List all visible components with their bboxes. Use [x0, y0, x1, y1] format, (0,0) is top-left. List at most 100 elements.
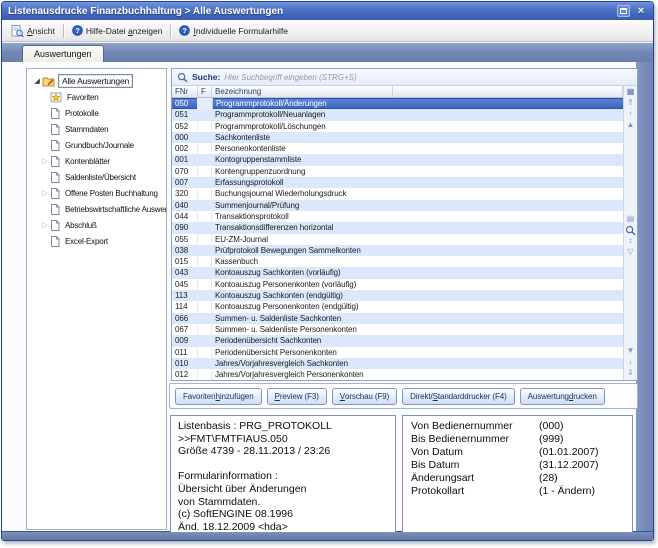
cell-f	[198, 313, 212, 324]
vorschau-f9-button[interactable]: Vorschau (F9)	[332, 388, 397, 405]
cell-f	[198, 358, 212, 369]
cell-empty	[393, 98, 623, 109]
tree-expand-icon[interactable]: ▷	[40, 157, 50, 165]
page-up-icon[interactable]: ▲	[624, 120, 637, 130]
table-row[interactable]: 113Kontoauszug Sachkonten (endgültig)	[172, 290, 623, 301]
table-row[interactable]: 000Sachkontenliste	[172, 132, 623, 143]
table-row[interactable]: 090Transaktionsdifferenzen horizontal	[172, 222, 623, 233]
cell-f	[198, 222, 212, 233]
print-report-button[interactable]: Auswertung drucken	[520, 388, 605, 405]
tree-item-label: Protokolle	[63, 109, 101, 118]
cell-bezeichnung: EU-ZM-Journal	[212, 234, 393, 245]
tree-expand-icon[interactable]: ▷	[40, 221, 50, 229]
cell-bezeichnung: Programmprotokoll/Löschungen	[212, 121, 393, 132]
table-row[interactable]: 009Periodenübersicht Sachkonten	[172, 335, 623, 346]
table-row[interactable]: 070Kontengruppenzuordnung	[172, 166, 623, 177]
table-row[interactable]: 040 Summenjournal/Prüfung	[172, 200, 623, 211]
table-row[interactable]: 012Jahres/Vorjahresvergleich Personenkon…	[172, 369, 623, 380]
cell-bezeichnung: Programmprotokoll/Änderungen	[212, 98, 393, 109]
folder-edit-icon	[42, 76, 55, 87]
add-favorites-button[interactable]: Favoriten hinzufügen	[175, 388, 262, 405]
table-row[interactable]: 015Kassenbuch	[172, 256, 623, 267]
cell-f	[198, 177, 212, 188]
tree-item-saldenliste-übersicht[interactable]: Saldenliste/Übersicht	[27, 169, 166, 185]
table-row[interactable]: 001Kontogruppenstammliste	[172, 154, 623, 165]
tree-item-betriebswirtschaftliche-auswertungen[interactable]: Betriebswirtschaftliche Auswertungen	[27, 201, 166, 217]
direct-standard-printer-f4-button[interactable]: Direkt/Standarddrucker (F4)	[402, 388, 514, 405]
cell-fnr: 055	[172, 234, 198, 245]
search-small-icon[interactable]	[624, 225, 637, 235]
scroll-up-icon[interactable]: ↑	[624, 109, 637, 119]
column-header-bezeichnung[interactable]: Bezeichnung	[212, 86, 393, 97]
tree-expand-icon[interactable]: ▷	[40, 189, 50, 197]
table-row[interactable]: 055 EU-ZM-Journal	[172, 234, 623, 245]
title-bar[interactable]: Listenausdrucke Finanzbuchhaltung > Alle…	[2, 2, 653, 20]
cell-bezeichnung: Transaktionsprotokoll	[212, 211, 393, 222]
parameter-row-protokollart: Protokollart(1 - Ändern)	[411, 485, 626, 498]
column-options-icon[interactable]: ▦	[624, 87, 637, 97]
form-info-line: >>FMT\FMTFIAUS.050	[178, 433, 391, 446]
individual-form-help-button-label: Individuelle Formularhilfe	[193, 26, 288, 36]
close-button[interactable]: ×	[635, 5, 647, 17]
table-row[interactable]: 045Kontoauszug Personenkonten (vorläufig…	[172, 279, 623, 290]
table-row[interactable]: 044Transaktionsprotokoll	[172, 211, 623, 222]
table-row[interactable]: 051Programmprotokoll/Neuanlagen	[172, 109, 623, 120]
cell-bezeichnung: Summen- u. Saldenliste Sachkonten	[212, 313, 393, 324]
table-row[interactable]: 002Personenkontenliste	[172, 143, 623, 154]
tree-root-alle-auswertungen[interactable]: ◢Alle Auswertungen	[27, 73, 166, 89]
cell-bezeichnung: Kontoauszug Sachkonten (vorläufig)	[212, 267, 393, 278]
tree-item-grundbuch-journale[interactable]: Grundbuch/Journale	[27, 137, 166, 153]
scroll-top-icon[interactable]: ⇑	[624, 98, 637, 108]
tree-expanded-icon[interactable]: ◢	[32, 77, 42, 85]
cell-empty	[393, 121, 623, 132]
table-row[interactable]: 010Jahres/Vorjahresvergleich Sachkonten	[172, 358, 623, 369]
tree-item-protokolle[interactable]: Protokolle	[27, 105, 166, 121]
cell-bezeichnung: Kontengruppenzuordnung	[212, 166, 393, 177]
cell-f	[198, 267, 212, 278]
cell-bezeichnung: Summenjournal/Prüfung	[212, 200, 393, 211]
tree-item-favoriten[interactable]: Favoriten	[27, 89, 166, 105]
individual-form-help-button[interactable]: ?Individuelle Formularhilfe	[174, 23, 293, 38]
list-view-icon[interactable]: ▤	[624, 214, 637, 224]
column-header-fnr[interactable]: FNr	[172, 86, 198, 97]
parameters-panel: Von Bedienernummer(000)Bis Bedienernumme…	[402, 415, 633, 533]
table-row[interactable]: 067Summen- u. Saldenliste Personenkonten	[172, 324, 623, 335]
cell-empty	[393, 358, 623, 369]
tree-item-stammdaten[interactable]: Stammdaten	[27, 121, 166, 137]
sort-icon[interactable]: ↕	[624, 236, 637, 246]
window-controls: ×	[617, 5, 647, 17]
view-document-icon	[11, 25, 24, 37]
tab-auswertungen[interactable]: Auswertungen	[22, 45, 104, 62]
tree-item-kontenblätter[interactable]: ▷Kontenblätter	[27, 153, 166, 169]
cell-f	[198, 121, 212, 132]
cell-f	[198, 200, 212, 211]
ansicht-button-label: Ansicht	[27, 26, 55, 36]
cell-empty	[393, 234, 623, 245]
table-row[interactable]: 038Prüfprotokoll Bewegungen Sammelkonten	[172, 245, 623, 256]
table-row[interactable]: 050Programmprotokoll/Änderungen	[172, 98, 623, 109]
tree-item-excel-export[interactable]: Excel-Export	[27, 233, 166, 249]
table-row[interactable]: 114Kontoauszug Personenkonten (endgültig…	[172, 301, 623, 312]
ansicht-button[interactable]: Ansicht	[6, 23, 60, 39]
filter-icon[interactable]: ▽	[624, 247, 637, 257]
table-row[interactable]: 320Buchungsjournal Wiederholungsdruck	[172, 188, 623, 199]
preview-f3-button[interactable]: Preview (F3)	[267, 388, 327, 405]
form-info-line: (c) SoftENGINE 08.1996	[178, 508, 391, 521]
column-header-empty[interactable]	[393, 86, 623, 97]
table-row[interactable]: 011Periodenübersicht Personenkonten	[172, 347, 623, 358]
help-file-button[interactable]: ?Hilfe-Datei anzeigen	[67, 23, 168, 38]
table-row[interactable]: 052Programmprotokoll/Löschungen	[172, 121, 623, 132]
table-row[interactable]: 043Kontoauszug Sachkonten (vorläufig)	[172, 267, 623, 278]
page-down-icon[interactable]: ▼	[624, 346, 637, 356]
column-header-f[interactable]: F	[198, 86, 212, 97]
restore-window-button[interactable]	[617, 5, 630, 17]
table-row[interactable]: 007Erfassungsprotokoll	[172, 177, 623, 188]
table-row[interactable]: 066Summen- u. Saldenliste Sachkonten	[172, 313, 623, 324]
scroll-bottom-icon[interactable]: ⇓	[624, 368, 637, 378]
search-input[interactable]	[224, 73, 635, 82]
parameter-value: (28)	[539, 472, 558, 485]
tree-item-offene-posten-buchhaltung[interactable]: ▷Offene Posten Buchhaltung	[27, 185, 166, 201]
scroll-down-icon[interactable]: ↓	[624, 357, 637, 367]
cell-fnr: 040	[172, 200, 198, 211]
tree-item-abschluß[interactable]: ▷Abschluß	[27, 217, 166, 233]
